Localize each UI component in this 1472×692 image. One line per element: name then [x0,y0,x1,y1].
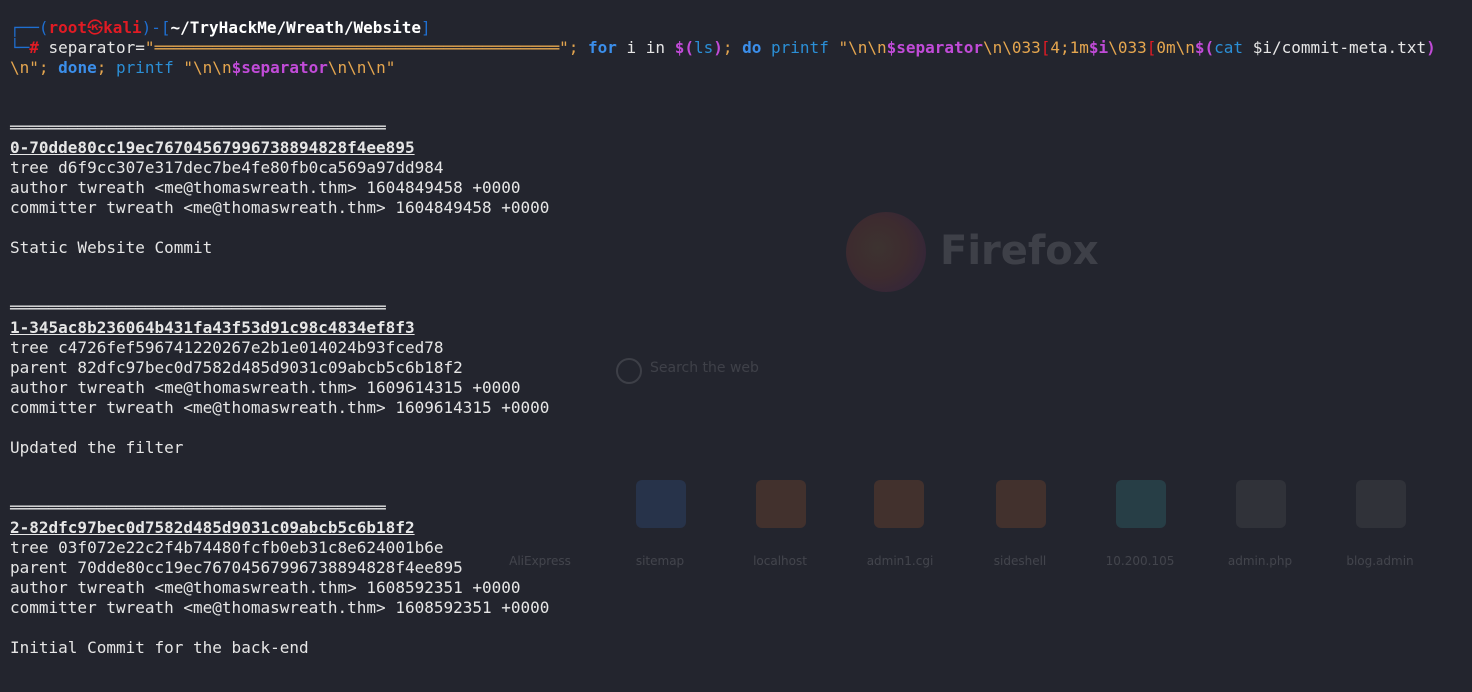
shortcut-tile-icon [1356,480,1406,528]
commit-header: 2-82dfc97bec0d7582d485d9031c09abcb5c6b18… [10,518,415,537]
firefox-search-placeholder: Search the web [650,360,759,376]
prompt-hash: # [29,38,39,57]
firefox-wordmark: Firefox [940,228,1099,274]
shortcut-tile-label: AliExpress [509,554,571,568]
firefox-logo-icon [846,212,926,292]
search-icon [616,358,642,384]
command-line[interactable]: └─# separator="═════════════════════════… [10,38,1436,58]
prompt-path: ~/TryHackMe/Wreath/Website [170,18,421,37]
shortcut-tile-label: admin.php [1227,554,1293,568]
shortcut-tile-icon [1116,480,1166,528]
commit-meta-line: author twreath <me@thomaswreath.thm> 160… [10,578,521,597]
shortcut-tile-label: sideshell [993,554,1047,568]
separator-line: ═══════════════════════════════════════ [10,498,386,517]
commit-meta-line: parent 82dfc97bec0d7582d485d9031c09abcb5… [10,358,463,377]
separator-line: ═══════════════════════════════════════ [10,298,386,317]
shortcut-tile-label: admin1.cgi [866,554,934,568]
commit-meta-line: tree d6f9cc307e317dec7be4fe80fb0ca569a97… [10,158,444,177]
shortcut-tile-label: sitemap [635,554,685,568]
commit-meta-line: committer twreath <me@thomaswreath.thm> … [10,398,550,417]
commit-meta-line: committer twreath <me@thomaswreath.thm> … [10,598,550,617]
shortcut-tile-label: 10.200.105 [1105,554,1175,568]
commit-meta-line: tree 03f072e22c2f4b74480fcfb0eb31c8e6240… [10,538,444,557]
shortcut-tile-icon [756,480,806,528]
commit-message: Initial Commit for the back-end [10,638,309,657]
shortcut-tile-icon [1236,480,1286,528]
commit-meta-line: tree c4726fef596741220267e2b1e014024b93f… [10,338,444,357]
prompt-frame: └─ [10,38,30,57]
commit-message: Static Website Commit [10,238,213,257]
commit-header: 0-70dde80cc19ec76704567996738894828f4ee8… [10,138,415,157]
shortcut-tile-label: blog.admin [1346,554,1414,568]
prompt-host: kali [103,18,142,37]
shortcut-tile-icon [996,480,1046,528]
commit-message: Updated the filter [10,438,184,457]
commit-meta-line: committer twreath <me@thomaswreath.thm> … [10,198,550,217]
prompt-frame: ] [420,18,431,37]
separator-line: ═══════════════════════════════════════ [10,118,386,137]
terminal-window[interactable]: Firefox Search the web AliExpress sitema… [0,0,1472,692]
commit-meta-line: author twreath <me@thomaswreath.thm> 160… [10,378,521,397]
command-line-wrap[interactable]: \n"; done; printf "\n\n$separator\n\n\n" [10,58,395,78]
commit-meta-line: parent 70dde80cc19ec76704567996738894828… [10,558,463,577]
prompt-frame: )-[ [141,18,171,37]
shortcut-tile-icon [636,480,686,528]
prompt-skull-icon: ㉿ [87,18,104,37]
prompt-frame: ┌──( [10,18,49,37]
prompt-line: ┌──(root㉿kali)-[~/TryHackMe/Wreath/Websi… [10,18,431,38]
prompt-user: root [48,18,88,37]
commit-meta-line: author twreath <me@thomaswreath.thm> 160… [10,178,521,197]
shortcut-tile-label: localhost [753,554,807,568]
commit-header: 1-345ac8b236064b431fa43f53d91c98c4834ef8… [10,318,415,337]
shortcut-tile-icon [874,480,924,528]
